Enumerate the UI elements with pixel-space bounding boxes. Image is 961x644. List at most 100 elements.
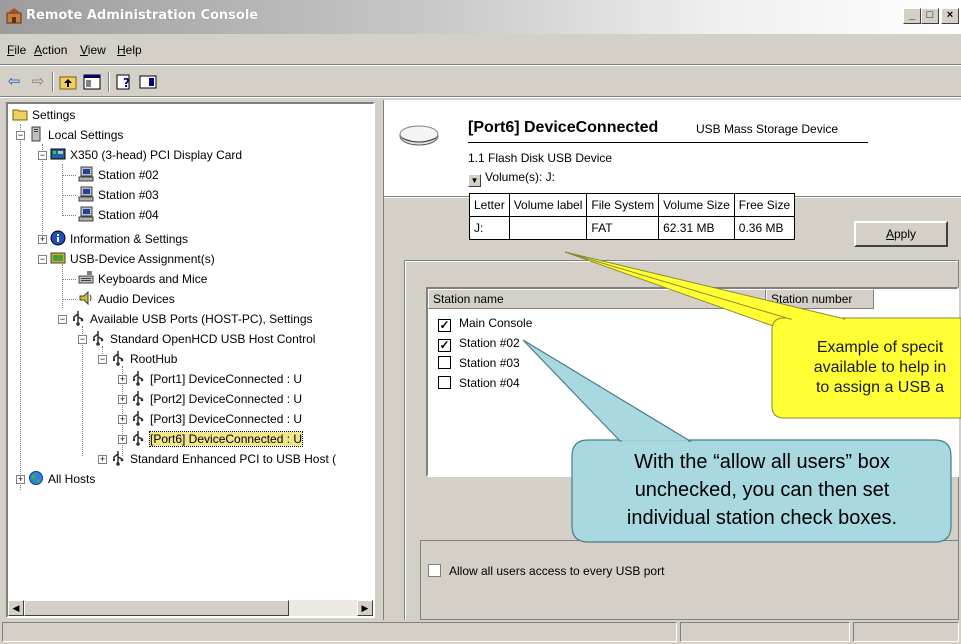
volumes-label: Volume(s): J: [485,170,556,184]
title-underline [468,142,868,143]
scroll-right-button[interactable]: ▶ [357,600,373,616]
station-checkbox-checked[interactable]: ✓ [438,339,451,352]
tree-collapse-toggle[interactable]: − [78,335,87,344]
cell-free-size: 0.36 MB [733,216,796,240]
tree-node-label: All Hosts [48,472,96,486]
usb-icon [133,431,144,446]
list-item[interactable]: ✓ Station #02 [438,333,520,353]
menu-file[interactable]: File [7,43,26,57]
toolbar-separator [52,72,54,92]
title-bar[interactable]: Remote Administration Console _ □ × [0,0,961,34]
tree-node-port1[interactable]: [Port1] DeviceConnected : U [130,370,302,388]
tree-collapse-toggle[interactable]: − [58,315,67,324]
tree-horizontal-scrollbar[interactable]: ◀ ▶ [8,600,373,616]
menu-bar: File Action View Help [0,38,961,64]
tree-node-station-02[interactable]: Station #02 [78,166,159,184]
settings-tree[interactable]: Settings − Local Settings − X350 (3-head… [6,102,375,618]
maximize-button[interactable]: □ [921,8,939,24]
tree-node-information-settings[interactable]: Information & Settings [50,230,188,248]
menu-action[interactable]: Action [34,43,67,57]
tree-expand-toggle[interactable]: + [16,475,25,484]
tree-node-usb-device-assignments[interactable]: USB-Device Assignment(s) [50,250,215,268]
show-hide-tree-icon[interactable] [82,72,102,92]
properties-help-icon[interactable]: ? [114,72,134,92]
tree-expand-toggle[interactable]: + [118,395,127,404]
tree-collapse-toggle[interactable]: − [38,255,47,264]
tree-expand-toggle[interactable]: + [118,435,127,444]
app-icon [6,8,22,24]
tree-node-all-hosts[interactable]: All Hosts [28,470,95,488]
scrollbar-thumb[interactable] [24,600,289,616]
tree-expand-toggle[interactable]: + [118,415,127,424]
volumes-row: ▼ Volume(s): J: [468,170,555,187]
up-folder-icon[interactable] [58,72,78,92]
close-button[interactable]: × [941,8,959,24]
station-checkbox[interactable] [438,356,451,369]
tree-line [62,264,63,308]
minimize-button[interactable]: _ [903,8,921,24]
tree-collapse-toggle[interactable]: − [98,355,107,364]
volume-table: Letter Volume label File System Volume S… [469,193,796,240]
menu-help[interactable]: Help [117,43,142,57]
tree-node-keyboards-mice[interactable]: Keyboards and Mice [78,270,207,288]
col-volume-size: Volume Size [658,193,735,217]
list-item[interactable]: Station #04 [438,373,520,393]
tree-line [62,175,76,176]
status-cell-2 [680,622,850,642]
list-item[interactable]: Station #03 [438,353,520,373]
tree-expand-toggle[interactable]: + [38,235,47,244]
allow-all-row[interactable]: Allow all users access to every USB port [428,564,664,578]
scroll-left-button[interactable]: ◀ [8,600,24,616]
tree-node-audio-devices[interactable]: Audio Devices [78,290,175,308]
folder-icon [12,109,28,121]
volumes-dropdown-button[interactable]: ▼ [468,174,481,187]
tree-node-station-03[interactable]: Station #03 [78,186,159,204]
tree-expand-toggle[interactable]: + [98,455,107,464]
tree-node-local-settings[interactable]: Local Settings [28,126,123,144]
menu-view[interactable]: View [80,43,106,57]
tree-collapse-toggle[interactable]: − [16,131,25,140]
station-icon [78,206,94,222]
cell-volume-label [508,216,588,240]
computer-icon [31,126,41,142]
tree-node-label: [Port1] DeviceConnected : U [150,372,303,386]
col-station-name[interactable]: Station name [428,289,766,309]
allow-all-checkbox[interactable] [428,564,441,577]
cell-volume-size: 62.31 MB [658,216,735,240]
tree-node-port2[interactable]: [Port2] DeviceConnected : U [130,390,302,408]
tree-node-available-usb-ports[interactable]: Available USB Ports (HOST-PC), Settings [70,310,313,328]
table-row: J: FAT 62.31 MB 0.36 MB [469,216,796,240]
drive-icon [399,125,439,146]
tree-node-enhanced-host-controller[interactable]: Standard Enhanced PCI to USB Host ( [110,450,336,468]
station-icon [78,186,94,202]
menu-view-label: iew [87,43,106,57]
tree-expand-toggle[interactable]: + [118,375,127,384]
display-card-icon [50,148,66,160]
tree-node-port3[interactable]: [Port3] DeviceConnected : U [130,410,302,428]
yellow-callout-line: Example of specit [816,339,944,356]
tree-node-display-card[interactable]: X350 (3-head) PCI Display Card [50,146,242,164]
station-checkbox-checked[interactable]: ✓ [438,319,451,332]
col-station-number[interactable]: Station number [766,289,874,309]
device-header: [Port6] DeviceConnected USB Mass Storage… [384,100,961,196]
station-checkbox[interactable] [438,376,451,389]
tree-node-roothub[interactable]: RootHub [110,350,177,368]
list-item[interactable]: ✓ Main Console [438,313,532,333]
tree-node-settings[interactable]: Settings [12,106,75,124]
action-pane-icon[interactable] [138,72,158,92]
keyboard-icon [78,271,94,284]
tree-node-openhcd-host-controller[interactable]: Standard OpenHCD USB Host Control [90,330,315,348]
tree-node-label: RootHub [130,352,178,366]
tree-node-station-04[interactable]: Station #04 [78,206,159,224]
toolbar: ⇦ ⇨ ? [0,68,961,96]
back-arrow-icon[interactable]: ⇦ [4,72,24,92]
tree-node-label: Available USB Ports (HOST-PC), Settings [90,312,313,326]
tree-node-port6[interactable]: [Port6] DeviceConnected : U [130,430,304,448]
station-name: Station #03 [459,356,520,370]
station-name: Station #04 [459,376,520,390]
tree-collapse-toggle[interactable]: − [38,151,47,160]
status-bar [0,620,961,644]
forward-arrow-icon[interactable]: ⇨ [28,72,48,92]
apply-button[interactable]: Apply [854,221,948,247]
apply-mnemonic: A [885,227,894,241]
